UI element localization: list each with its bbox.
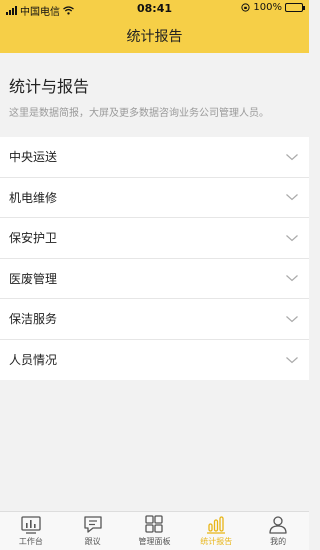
list-item-cleaning[interactable]: 保洁服务	[0, 299, 309, 340]
chevron-down-icon	[286, 234, 298, 242]
list-item-security[interactable]: 保安护卫	[0, 218, 309, 259]
list-item-medical-waste[interactable]: 医废管理	[0, 259, 309, 299]
tab-label: 管理面板	[138, 537, 171, 546]
grid-icon	[145, 515, 164, 533]
tab-label: 跟议	[84, 537, 101, 546]
orientation-lock-icon	[241, 3, 251, 12]
chevron-down-icon	[286, 356, 298, 364]
tab-label: 我的	[270, 537, 287, 546]
tab-label: 统计报告	[200, 537, 233, 546]
battery-percent: 100%	[253, 2, 282, 13]
section-description: 这里是数据简报，大屏及更多数据咨询业务公司管理人员。	[9, 108, 269, 119]
tab-workbench[interactable]: 工作台	[0, 512, 62, 550]
list-item-label: 保安护卫	[9, 231, 58, 246]
battery-icon	[285, 3, 305, 12]
list-item-central-transport[interactable]: 中央运送	[0, 137, 309, 178]
chevron-down-icon	[286, 315, 298, 323]
user-icon	[269, 516, 287, 534]
tab-mine[interactable]: 我的	[247, 512, 309, 550]
tab-statistics-report[interactable]: 统计报告	[185, 512, 247, 550]
workbench-icon	[21, 516, 41, 534]
report-header: 统计与报告 这里是数据简报，大屏及更多数据咨询业务公司管理人员。	[0, 53, 309, 137]
stats-icon	[207, 516, 226, 534]
chevron-down-icon	[286, 275, 298, 282]
list-item-label: 医废管理	[9, 271, 58, 286]
tab-management-panel[interactable]: 管理面板	[124, 512, 186, 550]
chevron-down-icon	[286, 194, 298, 201]
list-item-label: 中央运送	[9, 150, 58, 165]
bottom-tab-bar: 工作台 跟议 管理面板 统计报告 我的	[0, 511, 309, 550]
list-item-label: 人员情况	[9, 353, 58, 368]
nav-bar: 统计报告	[0, 18, 309, 53]
list-item-label: 保洁服务	[9, 312, 58, 327]
status-right: 100%	[241, 2, 305, 13]
tab-discussion[interactable]: 跟议	[62, 512, 124, 550]
list-item-staff[interactable]: 人员情况	[0, 340, 309, 381]
status-bar: 中国电信 08:41 100%	[0, 0, 309, 18]
chevron-down-icon	[286, 153, 298, 161]
page-title: 统计报告	[126, 28, 183, 45]
chat-icon	[84, 516, 102, 533]
tab-label: 工作台	[18, 537, 43, 546]
list-item-electromechanical[interactable]: 机电维修	[0, 178, 309, 218]
report-category-list: 中央运送 机电维修 保安护卫 医废管理 保洁服务 人员情况	[0, 137, 309, 380]
list-item-label: 机电维修	[9, 190, 58, 205]
section-title: 统计与报告	[9, 77, 90, 96]
